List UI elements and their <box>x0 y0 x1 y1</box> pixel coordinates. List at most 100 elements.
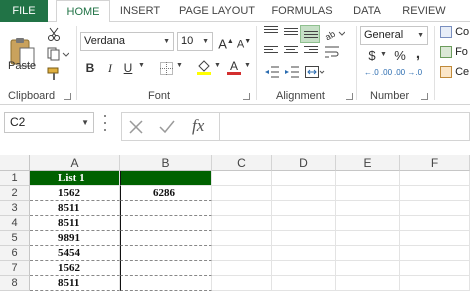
cell-b4[interactable] <box>120 216 212 231</box>
cut-button[interactable] <box>46 26 62 42</box>
comma-style-button[interactable]: , <box>410 46 426 62</box>
cell-a6[interactable]: 5454 <box>30 246 120 261</box>
bold-button[interactable]: B <box>82 60 98 76</box>
orientation-button[interactable]: ab <box>324 26 346 42</box>
decrease-indent-button[interactable] <box>264 64 280 80</box>
cell-d4[interactable] <box>272 216 336 231</box>
cell-styles-button[interactable]: Ce <box>440 66 469 79</box>
number-launcher-icon[interactable] <box>421 93 428 100</box>
underline-chevron-icon[interactable]: ▼ <box>138 62 145 69</box>
currency-chevron-icon[interactable]: ▼ <box>380 51 387 58</box>
cell-e3[interactable] <box>336 201 400 216</box>
borders-button[interactable] <box>158 60 174 76</box>
cell-c8[interactable] <box>212 276 272 291</box>
italic-button[interactable]: I <box>102 60 118 76</box>
borders-chevron-icon[interactable]: ▼ <box>176 62 183 69</box>
cell-c1[interactable] <box>212 171 272 186</box>
cell-d1[interactable] <box>272 171 336 186</box>
top-align-icon[interactable] <box>264 26 278 38</box>
row-header-4[interactable]: 4 <box>0 216 30 231</box>
tab-insert[interactable]: INSERT <box>112 0 168 22</box>
cell-f4[interactable] <box>400 216 470 231</box>
cell-e5[interactable] <box>336 231 400 246</box>
copy-button[interactable] <box>46 46 70 62</box>
cancel-icon[interactable] <box>128 119 144 135</box>
increase-indent-button[interactable] <box>284 64 300 80</box>
cell-b3[interactable] <box>120 201 212 216</box>
decrease-decimal-button[interactable]: .00 →.0 <box>394 68 422 77</box>
cell-b8[interactable] <box>120 276 212 291</box>
align-center-icon[interactable] <box>284 46 298 58</box>
cell-c5[interactable] <box>212 231 272 246</box>
row-header-6[interactable]: 6 <box>0 246 30 261</box>
tab-formulas[interactable]: FORMULAS <box>266 0 338 22</box>
formula-input[interactable] <box>220 112 470 141</box>
column-header-e[interactable]: E <box>336 155 400 171</box>
merge-center-button[interactable] <box>304 64 326 80</box>
cell-f8[interactable] <box>400 276 470 291</box>
column-header-f[interactable]: F <box>400 155 470 171</box>
underline-button[interactable]: U <box>120 60 136 76</box>
currency-button[interactable]: $ <box>364 48 380 64</box>
cell-d3[interactable] <box>272 201 336 216</box>
row-header-2[interactable]: 2 <box>0 186 30 201</box>
format-painter-button[interactable] <box>46 66 62 82</box>
cell-c3[interactable] <box>212 201 272 216</box>
cell-c7[interactable] <box>212 261 272 276</box>
row-header-7[interactable]: 7 <box>0 261 30 276</box>
font-launcher-icon[interactable] <box>243 93 250 100</box>
cell-f1[interactable] <box>400 171 470 186</box>
cell-f3[interactable] <box>400 201 470 216</box>
cell-a4[interactable]: 8511 <box>30 216 120 231</box>
name-box[interactable]: C2 ▼ <box>4 112 94 133</box>
tab-review[interactable]: REVIEW <box>396 0 452 22</box>
enter-check-icon[interactable] <box>158 119 176 135</box>
tab-data[interactable]: DATA <box>342 0 392 22</box>
cell-d2[interactable] <box>272 186 336 201</box>
number-format-select[interactable]: General ▼ <box>360 26 428 45</box>
cell-f7[interactable] <box>400 261 470 276</box>
cell-e4[interactable] <box>336 216 400 231</box>
font-name-select[interactable]: Verdana ▼ <box>80 32 174 51</box>
cell-b5[interactable] <box>120 231 212 246</box>
cell-f5[interactable] <box>400 231 470 246</box>
cell-e6[interactable] <box>336 246 400 261</box>
font-color-button[interactable]: A <box>226 58 242 76</box>
tab-home[interactable]: HOME <box>56 0 110 23</box>
cell-d7[interactable] <box>272 261 336 276</box>
middle-align-icon[interactable] <box>284 28 298 40</box>
tab-file[interactable]: FILE <box>0 0 48 22</box>
cell-c4[interactable] <box>212 216 272 231</box>
cell-b2[interactable]: 6286 <box>120 186 212 201</box>
cell-b6[interactable] <box>120 246 212 261</box>
fill-color-chevron-icon[interactable]: ▼ <box>214 62 221 69</box>
increase-decimal-button[interactable]: ←.0 .00 <box>364 68 392 77</box>
row-header-1[interactable]: 1 <box>0 171 30 186</box>
bottom-align-button[interactable] <box>300 25 320 43</box>
grow-font-button[interactable]: A▲ <box>218 34 234 51</box>
conditional-formatting-button[interactable]: Co <box>440 26 469 39</box>
column-header-b[interactable]: B <box>120 155 212 171</box>
cell-e2[interactable] <box>336 186 400 201</box>
insert-function-button[interactable]: fx <box>192 116 204 136</box>
row-header-3[interactable]: 3 <box>0 201 30 216</box>
fill-color-button[interactable] <box>196 58 212 76</box>
cell-a3[interactable]: 8511 <box>30 201 120 216</box>
cell-e7[interactable] <box>336 261 400 276</box>
font-color-chevron-icon[interactable]: ▼ <box>244 62 251 69</box>
column-header-c[interactable]: C <box>212 155 272 171</box>
percent-button[interactable]: % <box>392 48 408 64</box>
tab-page-layout[interactable]: PAGE LAYOUT <box>172 0 262 22</box>
cell-c6[interactable] <box>212 246 272 261</box>
cell-f2[interactable] <box>400 186 470 201</box>
clipboard-launcher-icon[interactable] <box>64 93 71 100</box>
cell-d6[interactable] <box>272 246 336 261</box>
cell-c2[interactable] <box>212 186 272 201</box>
cell-a5[interactable]: 9891 <box>30 231 120 246</box>
cell-d5[interactable] <box>272 231 336 246</box>
cell-e8[interactable] <box>336 276 400 291</box>
cell-a2[interactable]: 1562 <box>30 186 120 201</box>
shrink-font-button[interactable]: A▼ <box>236 34 252 51</box>
cell-a8[interactable]: 8511 <box>30 276 120 291</box>
cell-a7[interactable]: 1562 <box>30 261 120 276</box>
